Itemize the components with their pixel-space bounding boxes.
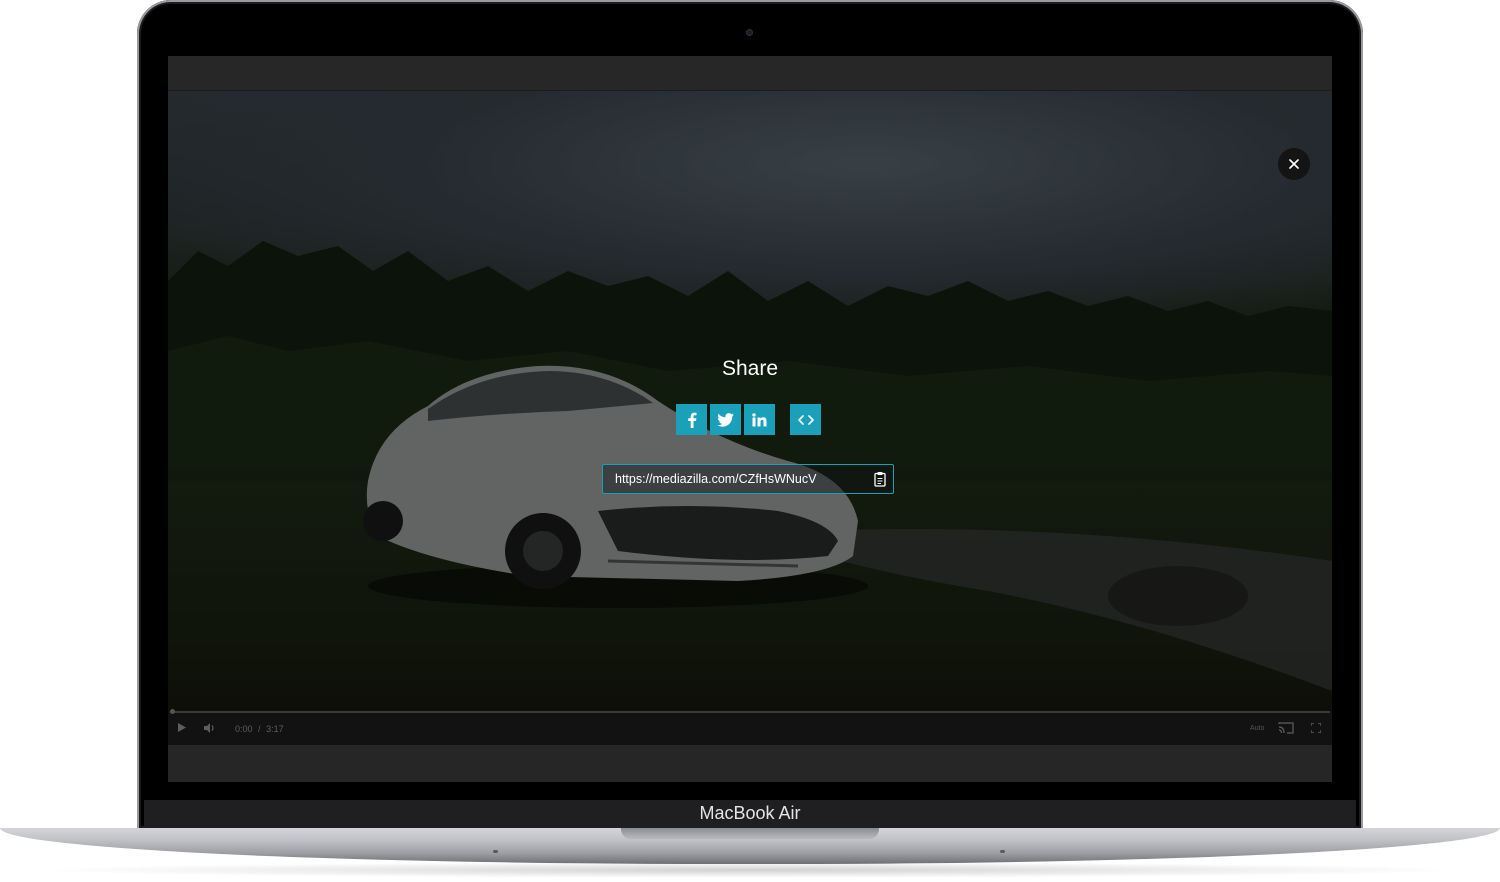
share-url-text[interactable]: https://mediazilla.com/CZfHsWNucV [615, 472, 816, 486]
facebook-icon [687, 412, 696, 428]
embed-share-button[interactable] [790, 404, 821, 435]
twitter-icon [717, 412, 734, 427]
device-label: MacBook Air [699, 803, 801, 823]
linkedin-share-button[interactable] [744, 404, 775, 435]
top-bar [168, 56, 1332, 91]
progress-bar[interactable] [170, 709, 1330, 714]
video-player[interactable]: Share https://mediazilla.com/CZfHsWNucV [168, 91, 1332, 711]
laptop-foot [1000, 850, 1005, 853]
share-url-field[interactable]: https://mediazilla.com/CZfHsWNucV [602, 464, 894, 494]
code-icon [797, 414, 814, 425]
close-button[interactable] [1278, 148, 1310, 180]
screen: Share https://mediazilla.com/CZfHsWNucV … [168, 56, 1332, 782]
laptop-foot [493, 850, 498, 853]
play-icon[interactable] [178, 723, 186, 732]
linkedin-icon [752, 412, 767, 426]
clipboard-icon[interactable] [874, 471, 888, 487]
duration: 3:17 [266, 724, 284, 734]
current-time: 0:00 [235, 724, 253, 734]
bottom-bar [168, 745, 1332, 782]
time-display: 0:00 / 3:17 [235, 724, 284, 734]
fullscreen-icon[interactable] [1311, 723, 1321, 733]
progress-handle[interactable] [170, 709, 175, 714]
player-controls: 0:00 / 3:17 Auto [168, 709, 1332, 745]
laptop-hinge-notch [621, 828, 879, 839]
volume-icon[interactable] [204, 723, 216, 733]
cast-icon[interactable] [1278, 722, 1294, 734]
camera-icon [746, 29, 753, 36]
laptop-shadow [30, 862, 1470, 878]
time-separator: / [258, 724, 261, 734]
modal-backdrop [168, 91, 1332, 711]
share-title: Share [721, 357, 779, 380]
facebook-share-button[interactable] [676, 404, 707, 435]
quality-selector[interactable]: Auto [1250, 725, 1264, 732]
twitter-share-button[interactable] [710, 404, 741, 435]
close-icon [1289, 159, 1299, 169]
